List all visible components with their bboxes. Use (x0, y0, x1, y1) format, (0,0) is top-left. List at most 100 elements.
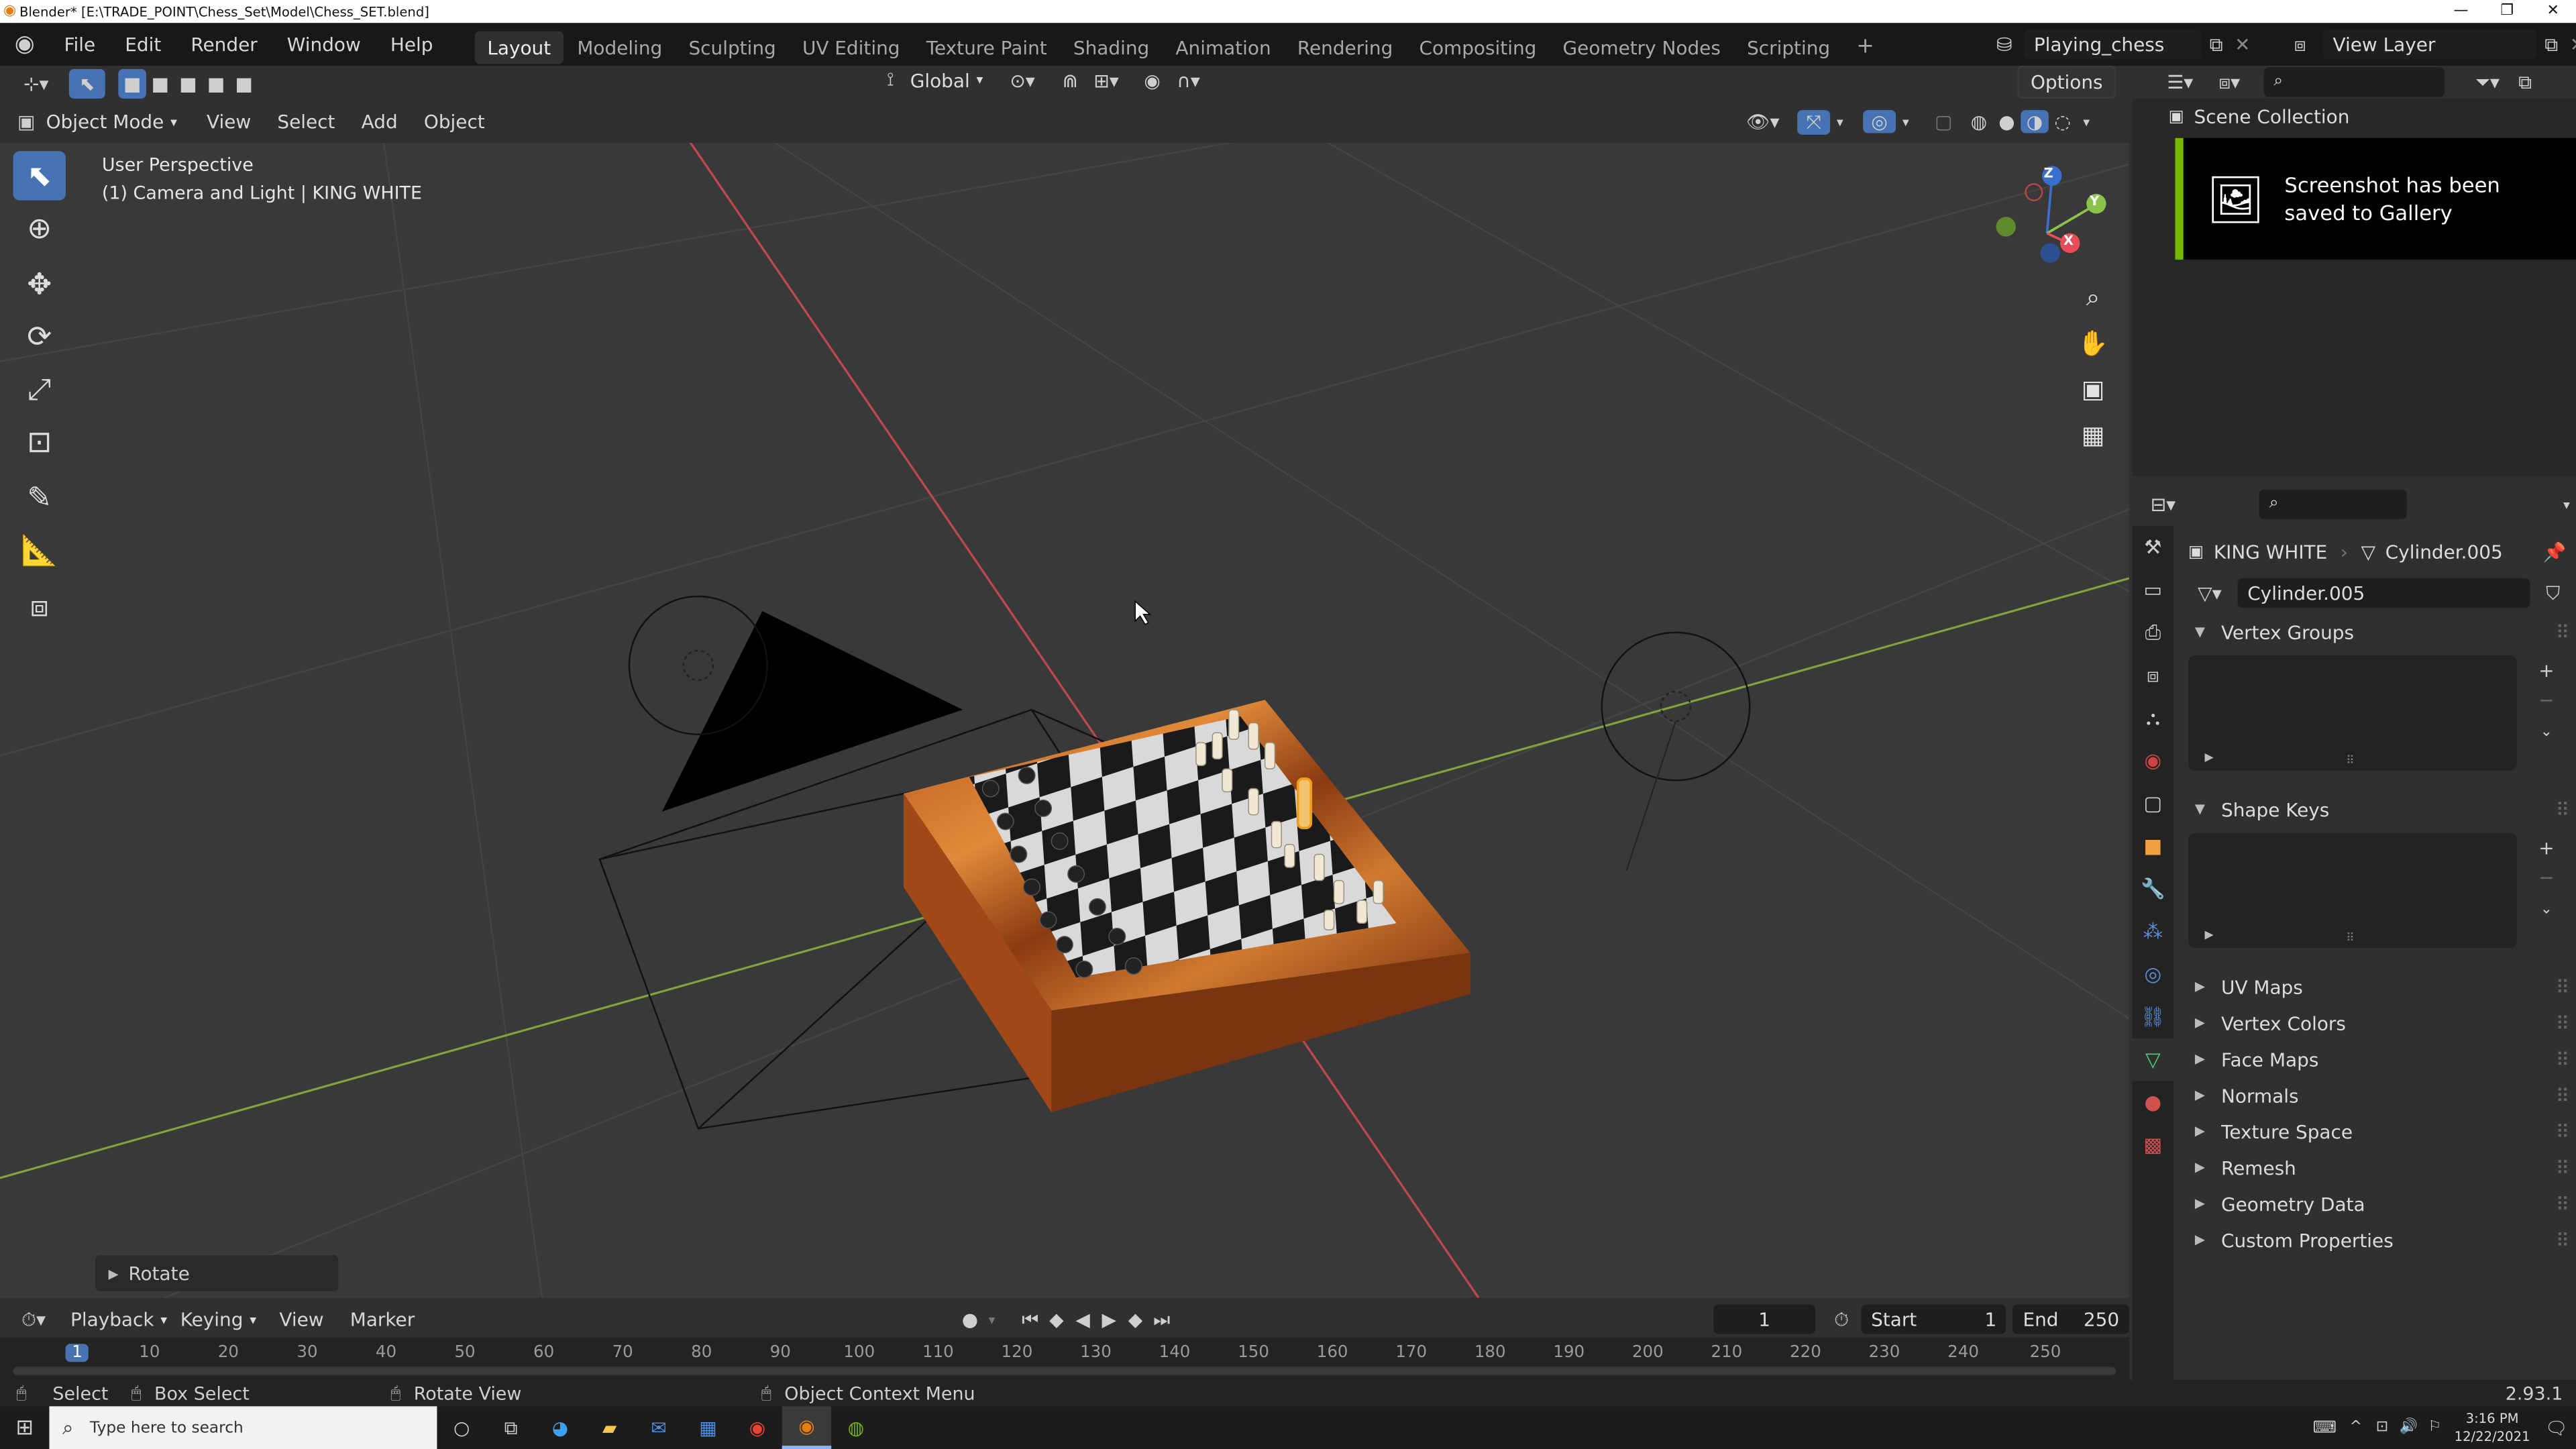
gizmo-toggle-icon[interactable]: ⤧ (1797, 109, 1831, 134)
snap-increment-icon[interactable]: ⊞▾ (1088, 68, 1124, 91)
transform-orientation-select[interactable]: Global (904, 68, 977, 91)
rotate-tool-icon[interactable]: ⟳ (13, 312, 66, 361)
play-icon[interactable]: ▶ (1096, 1307, 1122, 1330)
tab-scripting[interactable]: Scripting (1733, 30, 1843, 63)
panel-vertex-groups[interactable]: ▼ Vertex Groups ⠿ (2178, 614, 2576, 651)
timeline-ruler[interactable]: 1 10 20 30 40 50 60 70 80 90 100 110 120… (0, 1344, 2129, 1366)
physics-tab-icon[interactable]: ◎ (2133, 953, 2174, 996)
viewport-menu-add[interactable]: Add (348, 105, 411, 138)
remove-shape-key-button[interactable]: − (2530, 863, 2563, 892)
tab-layout[interactable]: Layout (474, 30, 564, 64)
tab-shading[interactable]: Shading (1060, 30, 1163, 63)
select-intersect-icon[interactable]: ■ (230, 72, 258, 95)
display-mode-icon[interactable]: ⧈▾ (2208, 70, 2251, 95)
filter-icon[interactable]: ⏷▾ (2464, 70, 2510, 95)
minimize-button[interactable]: — (2438, 0, 2484, 23)
wireframe-shading-icon[interactable]: ◍ (1965, 110, 1993, 133)
edge-browser-icon[interactable]: ◕ (535, 1416, 584, 1439)
material-tab-icon[interactable]: ● (2133, 1081, 2174, 1124)
add-workspace-button[interactable]: + (1843, 30, 1888, 63)
scale-tool-icon[interactable]: ⤢ (13, 365, 66, 414)
jump-start-icon[interactable]: ⏮ (1017, 1307, 1043, 1332)
chevron-right-icon[interactable]: ▶ (2205, 928, 2214, 942)
app-icon[interactable]: ◍ (831, 1416, 880, 1439)
zoom-icon[interactable]: ⌕ (2072, 276, 2114, 319)
mode-select[interactable]: Object Mode (40, 110, 170, 133)
pivot-point-icon[interactable]: ⊙▾ (1003, 68, 1042, 91)
properties-search-input[interactable]: ⌕ (2259, 489, 2406, 519)
menu-edit[interactable]: Edit (110, 23, 176, 66)
visibility-eye-icon[interactable]: 👁▾ (1741, 110, 1784, 133)
scene-name-field[interactable]: Playing_chess (2024, 30, 2202, 60)
keyboard-icon[interactable]: ⌨ (2306, 1419, 2343, 1437)
panel-uv-maps[interactable]: ▶ UV Maps ⠿ (2178, 969, 2576, 1006)
current-frame-field[interactable]: 1 (1713, 1304, 1815, 1334)
tab-texture-paint[interactable]: Texture Paint (913, 30, 1060, 63)
overlay-toggle-icon[interactable]: ◎ (1863, 110, 1896, 133)
task-view-icon[interactable]: ⧉ (486, 1415, 535, 1440)
proportional-edit-icon[interactable]: ◉ (1134, 68, 1171, 91)
timeline-editor-icon[interactable]: ⏱▾ (13, 1307, 54, 1332)
delete-scene-icon[interactable]: ✕ (2231, 33, 2254, 56)
menu-help[interactable]: Help (376, 23, 448, 66)
scene-icon[interactable]: ⛁ (1984, 33, 2024, 56)
particles-tab-icon[interactable]: ⁂ (2133, 910, 2174, 953)
notification-center-icon[interactable]: 🗨 (2536, 1417, 2576, 1438)
resize-grip-icon[interactable]: ⠿ (2346, 754, 2355, 767)
material-preview-icon[interactable]: ◑ (2021, 110, 2049, 133)
drag-handle-icon[interactable]: ⠿ (2556, 1150, 2569, 1186)
camera-view-icon[interactable]: ▣ (2072, 368, 2114, 411)
chrome-icon[interactable]: ◉ (733, 1416, 782, 1439)
panel-vertex-colors[interactable]: ▶ Vertex Colors ⠿ (2178, 1006, 2576, 1042)
select-box-tool-icon[interactable]: ⬉ (13, 151, 66, 201)
prev-keyframe-icon[interactable]: ◆ (1043, 1307, 1069, 1330)
editor-type-icon[interactable]: ⊹▾ (13, 72, 60, 95)
output-tab-icon[interactable]: ⎙ (2133, 611, 2174, 654)
render-tab-icon[interactable]: ▭ (2133, 568, 2174, 611)
collection-tab-icon[interactable]: ▢ (2133, 782, 2174, 825)
cursor-tool-icon[interactable]: ⊕ (13, 204, 66, 253)
blender-taskbar-icon[interactable]: ◉ (782, 1406, 832, 1449)
vertex-group-menu-chevron-icon[interactable]: ⌄ (2530, 714, 2563, 751)
view-layer-tab-icon[interactable]: ⧈ (2133, 654, 2174, 697)
add-shape-key-button[interactable]: + (2530, 833, 2563, 863)
timeline-menu-marker[interactable]: Marker (337, 1301, 428, 1338)
grid-ortho-icon[interactable]: ▦ (2072, 414, 2114, 457)
measure-tool-icon[interactable]: 📐 (13, 526, 66, 575)
panel-custom-properties[interactable]: ▶ Custom Properties ⠿ (2178, 1222, 2576, 1258)
select-new-icon[interactable]: ■ (118, 68, 146, 98)
play-reverse-icon[interactable]: ◀ (1070, 1307, 1096, 1330)
vertex-groups-list[interactable]: ▶ ⠿ (2188, 655, 2517, 771)
new-scene-icon[interactable]: ⧉ (2202, 32, 2231, 57)
tab-modeling[interactable]: Modeling (564, 30, 676, 63)
menu-file[interactable]: File (49, 23, 110, 66)
rendered-shading-icon[interactable]: ◌ (2049, 110, 2077, 133)
tool-tab-icon[interactable]: ⚒ (2133, 526, 2174, 569)
3d-viewport[interactable]: Z Y X User Perspective (1) Camera and Li… (0, 98, 2129, 1298)
panel-texture-space[interactable]: ▶ Texture Space ⠿ (2178, 1114, 2576, 1150)
falloff-curve-icon[interactable]: ∩▾ (1171, 68, 1207, 91)
outliner-search-input[interactable]: ⌕ (2263, 67, 2445, 97)
drag-handle-icon[interactable]: ⠿ (2556, 969, 2569, 1006)
chevron-down-icon[interactable]: ▾ (1830, 114, 1849, 129)
preview-range-icon[interactable]: ⏱ (1828, 1307, 1854, 1332)
shape-keys-list[interactable]: ▶ ⠿ (2188, 833, 2517, 949)
file-explorer-icon[interactable]: ▰ (585, 1416, 634, 1439)
select-subtract-icon[interactable]: ■ (174, 72, 203, 95)
panel-remesh[interactable]: ▶ Remesh ⠿ (2178, 1150, 2576, 1186)
move-tool-icon[interactable]: ✥ (13, 260, 66, 309)
drag-handle-icon[interactable]: ⠿ (2556, 1222, 2569, 1258)
timeline-menu-view[interactable]: View (266, 1301, 337, 1338)
view-layer-field[interactable]: View Layer (2322, 30, 2537, 60)
view-layer-icon[interactable]: ⧈ (2280, 32, 2320, 57)
remove-vertex-group-button[interactable]: − (2530, 685, 2563, 714)
volume-icon[interactable]: 🔊 (2396, 1419, 2422, 1436)
chevron-right-icon[interactable]: ▶ (2205, 751, 2214, 764)
chevron-down-icon[interactable]: ▾ (1896, 114, 1915, 129)
taskbar-search-input[interactable]: ⌕ Type here to search (49, 1406, 437, 1449)
start-frame-field[interactable]: Start 1 (1861, 1304, 2007, 1334)
playhead-frame-label[interactable]: 1 (65, 1344, 89, 1362)
tab-geometry-nodes[interactable]: Geometry Nodes (1550, 30, 1734, 63)
add-vertex-group-button[interactable]: + (2530, 655, 2563, 685)
modifier-tab-icon[interactable]: 🔧 (2133, 867, 2174, 910)
